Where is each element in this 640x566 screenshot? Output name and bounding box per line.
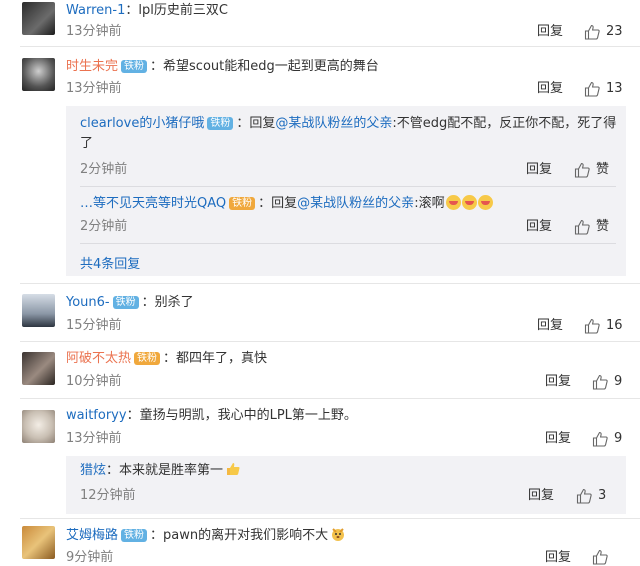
- like-count: 16: [606, 318, 623, 333]
- like-label: 赞: [596, 219, 610, 234]
- reply-button[interactable]: 回复: [545, 430, 571, 448]
- like-count: 3: [598, 488, 607, 503]
- avatar[interactable]: [22, 410, 55, 443]
- more-replies-link[interactable]: 共4条回复: [80, 253, 140, 272]
- thumbs-up-icon: [592, 374, 608, 390]
- like-button[interactable]: [592, 549, 614, 565]
- reply-button[interactable]: 回复: [537, 23, 563, 41]
- like-button[interactable]: 赞: [574, 218, 609, 236]
- like-button[interactable]: 9: [592, 430, 622, 448]
- sub-reply: clearlove的小猪仔哦 铁粉 ：回复@某战队粉丝的父亲:不管edg配不配，反正…: [80, 116, 617, 151]
- reply-button[interactable]: 回复: [545, 373, 571, 391]
- fan-badge: 铁粉: [207, 117, 234, 130]
- thumbs-up-icon: [576, 488, 592, 504]
- divider: [20, 46, 640, 47]
- comment-text: 童扬与明凯，我心中的LPL第一上野。: [139, 408, 357, 423]
- divider: [20, 341, 640, 342]
- timestamp: 13分钟前: [66, 81, 122, 96]
- comment-text: lpl历史前三双C: [138, 3, 228, 18]
- username[interactable]: 艾姆梅路: [66, 528, 118, 543]
- like-button[interactable]: 16: [584, 317, 623, 335]
- divider: [20, 283, 640, 284]
- comment-text: :滚啊: [414, 196, 445, 211]
- comment-item: 阿破不太热 铁粉 ：都四年了，真快 10分钟前 回复 9: [0, 348, 640, 398]
- like-count: 9: [614, 374, 623, 389]
- username[interactable]: 时生未完: [66, 59, 118, 74]
- username[interactable]: 阿破不太热: [66, 351, 131, 366]
- timestamp: 15分钟前: [66, 318, 122, 333]
- thumbs-up-icon: [574, 162, 590, 178]
- timestamp: 2分钟前: [80, 162, 128, 177]
- divider: [20, 518, 640, 519]
- comment-text: 都四年了，真快: [176, 351, 268, 366]
- thumbs-up-icon: [592, 431, 608, 447]
- reply-button[interactable]: 回复: [526, 218, 552, 236]
- reply-button[interactable]: 回复: [526, 161, 552, 179]
- divider: [80, 186, 616, 187]
- dog-face-emoji-icon: [332, 528, 345, 541]
- comment-text: 本来就是胜率第一: [119, 463, 224, 478]
- comment-item: 时生未完 铁粉 ：希望scout能和edg一起到更高的舞台 13分钟前 回复 13 …: [0, 56, 640, 276]
- crying-emoji-icon: [461, 195, 477, 210]
- divider: [80, 243, 616, 244]
- fan-badge: 铁粉: [134, 352, 161, 365]
- timestamp: 13分钟前: [66, 431, 122, 446]
- comment-text: 别杀了: [154, 295, 194, 310]
- timestamp: 13分钟前: [66, 24, 122, 39]
- comment-text: pawn的离开对我们影响不大: [163, 528, 329, 543]
- comment-item: Youn6- 铁粉 ：别杀了 15分钟前 回复 16: [0, 292, 640, 342]
- comment-item: waitforyy：童扬与明凯，我心中的LPL第一上野。 13分钟前 回复 9 …: [0, 406, 640, 516]
- mention-link[interactable]: @某战队粉丝的父亲: [297, 196, 414, 211]
- thumbs-up-icon: [592, 549, 608, 565]
- avatar[interactable]: [22, 58, 55, 91]
- avatar[interactable]: [22, 352, 55, 385]
- thumbs-up-icon: [584, 318, 600, 334]
- timestamp: 10分钟前: [66, 374, 122, 389]
- fan-badge: 铁粉: [121, 529, 148, 542]
- thumbs-up-icon: [574, 219, 590, 235]
- username[interactable]: clearlove的小猪仔哦: [80, 116, 204, 131]
- fan-badge: 铁粉: [229, 197, 256, 210]
- thumbs-up-emoji-icon: [227, 463, 240, 475]
- like-button[interactable]: 23: [584, 23, 623, 41]
- crying-emoji-icon: [477, 195, 493, 210]
- like-button[interactable]: 赞: [574, 161, 609, 179]
- username[interactable]: Warren-1: [66, 3, 125, 18]
- like-button[interactable]: 9: [592, 373, 622, 391]
- avatar[interactable]: [22, 526, 55, 559]
- like-count: 13: [606, 81, 623, 96]
- like-button[interactable]: 13: [584, 80, 623, 98]
- sub-reply-box: clearlove的小猪仔哦 铁粉 ：回复@某战队粉丝的父亲:不管edg配不配，反正…: [66, 106, 626, 276]
- divider: [20, 398, 640, 399]
- comment-text: 希望scout能和edg一起到更高的舞台: [163, 59, 379, 74]
- mention-link[interactable]: @某战队粉丝的父亲: [275, 116, 392, 131]
- comment-item: 艾姆梅路 铁粉 ：pawn的离开对我们影响不大 9分钟前 回复: [0, 524, 640, 566]
- reply-button[interactable]: 回复: [537, 317, 563, 335]
- sub-reply-box: 猎炫：本来就是胜率第一 12分钟前 回复 3: [66, 456, 626, 514]
- sub-reply: 猎炫：本来就是胜率第一: [80, 461, 241, 481]
- thumbs-up-icon: [584, 81, 600, 97]
- like-count: 9: [614, 431, 623, 446]
- crying-emoji-icon: [445, 195, 461, 210]
- reply-button[interactable]: 回复: [537, 80, 563, 98]
- like-label: 赞: [596, 162, 610, 177]
- timestamp: 2分钟前: [80, 219, 128, 234]
- comment-item: Warren-1：lpl历史前三双C 13分钟前 回复 23: [0, 0, 640, 44]
- username[interactable]: waitforyy: [66, 408, 127, 423]
- timestamp: 12分钟前: [80, 488, 136, 503]
- username[interactable]: …等不见天亮等时光QAQ: [80, 196, 226, 211]
- thumbs-up-icon: [584, 24, 600, 40]
- reply-button[interactable]: 回复: [545, 549, 571, 566]
- username[interactable]: Youn6-: [66, 295, 110, 310]
- avatar[interactable]: [22, 2, 55, 35]
- like-button[interactable]: 3: [576, 487, 606, 505]
- fan-badge: 铁粉: [121, 60, 148, 73]
- timestamp: 9分钟前: [66, 550, 114, 565]
- sub-reply: …等不见天亮等时光QAQ 铁粉 ：回复@某战队粉丝的父亲:滚啊: [80, 194, 620, 214]
- avatar[interactable]: [22, 294, 55, 327]
- reply-button[interactable]: 回复: [528, 487, 554, 505]
- username[interactable]: 猎炫: [80, 463, 106, 478]
- like-count: 23: [606, 24, 623, 39]
- fan-badge: 铁粉: [112, 296, 139, 309]
